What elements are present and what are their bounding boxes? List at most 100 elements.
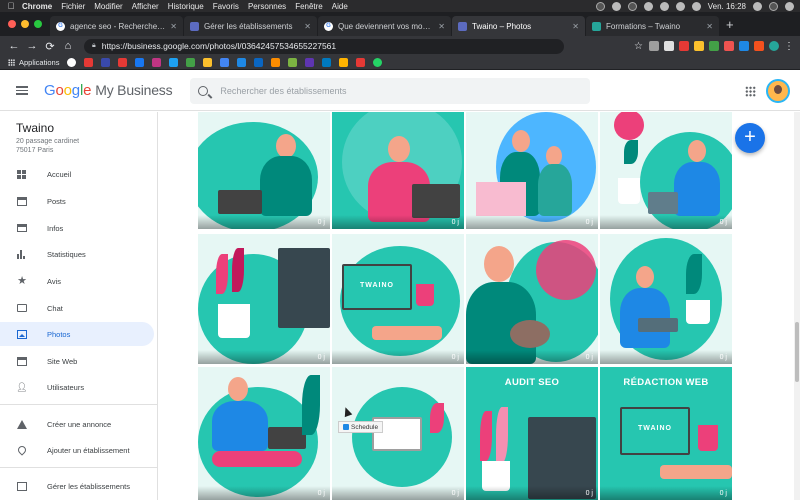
photo-tile[interactable]: 0 j (198, 234, 330, 364)
extension-icon[interactable] (754, 41, 764, 51)
minimize-window-icon[interactable] (21, 20, 29, 28)
bookmark-icon[interactable] (288, 58, 298, 67)
siri-icon[interactable] (769, 1, 778, 11)
photo-tile[interactable]: 0 j (198, 367, 330, 500)
wifi-icon[interactable] (643, 1, 653, 11)
clock[interactable]: Ven. 16:28 (708, 2, 746, 11)
youtube-icon[interactable] (118, 58, 128, 67)
reload-icon[interactable]: ⟳ (42, 40, 58, 53)
back-arrow-icon[interactable]: ← (6, 40, 22, 52)
sidebar-item-avis[interactable]: ★ Avis (0, 269, 154, 293)
photo-tile[interactable]: 0 j (198, 112, 330, 229)
extension-icon[interactable] (694, 41, 704, 51)
bookmark-icon[interactable] (237, 58, 247, 67)
photo-tile[interactable]: 0 j (466, 112, 598, 229)
photo-tile[interactable]: 0 j (332, 367, 464, 500)
bookmark-icon[interactable] (356, 58, 366, 67)
extension-icon[interactable] (664, 41, 674, 51)
sidebar-item-gerer-etablissements[interactable]: Gérer les établissements (0, 474, 154, 498)
avatar[interactable] (766, 79, 790, 103)
menu-favoris[interactable]: Favoris (213, 2, 239, 11)
photo-tile[interactable]: 0 j (600, 112, 732, 229)
sidebar-item-accueil[interactable]: Accueil (0, 162, 154, 186)
apple-icon[interactable]:  (6, 1, 16, 11)
close-icon[interactable]: ✕ (304, 22, 311, 31)
hamburger-menu-icon[interactable] (0, 86, 44, 95)
sidebar-item-photos[interactable]: Photos (0, 322, 154, 346)
sidebar-item-statistiques[interactable]: Statistiques (0, 242, 154, 266)
extension-icon[interactable] (739, 41, 749, 51)
sidebar-item-chat[interactable]: Chat (0, 296, 154, 320)
gmail-icon[interactable] (84, 58, 94, 67)
pinterest-icon[interactable] (679, 41, 689, 51)
photo-tile[interactable]: 0 j (600, 234, 732, 364)
menu-modifier[interactable]: Modifier (94, 2, 122, 11)
facebook-icon[interactable] (135, 58, 145, 67)
close-window-icon[interactable] (8, 20, 16, 28)
spotlight-icon[interactable] (753, 1, 762, 11)
tray-app-icon[interactable] (627, 1, 637, 11)
photo-tile[interactable]: 0 j (332, 112, 464, 229)
menu-aide[interactable]: Aide (332, 2, 348, 11)
extension-icon[interactable] (709, 41, 719, 51)
instagram-icon[interactable] (152, 58, 162, 67)
sidebar-item-ajouter-etablissement[interactable]: Ajouter un établissement (0, 438, 154, 462)
bookmark-icon[interactable] (220, 58, 230, 67)
google-my-business-logo[interactable]: Google My Business (44, 82, 173, 99)
extension-icon[interactable] (724, 41, 734, 51)
notification-center-icon[interactable] (785, 1, 794, 11)
home-icon[interactable]: ⌂ (60, 40, 76, 52)
menu-personnes[interactable]: Personnes (248, 2, 286, 11)
tab-google-search[interactable]: G agence seo - Recherche Google ✕ (50, 16, 183, 36)
close-icon[interactable]: ✕ (170, 22, 177, 31)
bookmark-apps[interactable]: Applications (8, 58, 59, 67)
scrollbar[interactable] (794, 112, 800, 500)
bookmark-icon[interactable] (305, 58, 315, 67)
lock-icon[interactable]: 🔒︎ (92, 42, 96, 50)
sidebar-item-infos[interactable]: Infos (0, 216, 154, 240)
sidebar-item-creer-annonce[interactable]: Créer une annonce (0, 412, 154, 436)
close-icon[interactable]: ✕ (706, 22, 713, 31)
linkedin-icon[interactable] (254, 58, 264, 67)
forward-arrow-icon[interactable]: → (24, 40, 40, 52)
photo-tile[interactable]: RÉDACTION WEB TWAINO 0 j (600, 367, 732, 500)
close-icon[interactable]: ✕ (572, 22, 579, 31)
tab-gerer-etablissements[interactable]: Gérer les établissements ✕ (184, 16, 317, 36)
tab-que-deviennent[interactable]: G Que deviennent vos modificatio ✕ (318, 16, 451, 36)
maximize-window-icon[interactable] (34, 20, 42, 28)
search-input[interactable]: Rechercher des établissements (190, 77, 591, 104)
menu-fenetre[interactable]: Fenêtre (295, 2, 323, 11)
sidebar-item-utilisateurs[interactable]: 👤︎ Utilisateurs (0, 375, 154, 399)
analytics-icon[interactable] (339, 58, 349, 67)
trello-icon[interactable] (322, 58, 332, 67)
bookmark-icon[interactable] (186, 58, 196, 67)
bookmark-star-icon[interactable]: ☆ (634, 41, 643, 52)
extension-icon[interactable] (649, 41, 659, 51)
menu-app[interactable]: Chrome (22, 2, 52, 11)
bookmark-icon[interactable] (203, 58, 213, 67)
tab-formations-twaino[interactable]: Formations – Twaino ✕ (586, 16, 719, 36)
google-apps-icon[interactable] (745, 86, 756, 97)
scrollbar-thumb[interactable] (795, 322, 799, 382)
cloud-icon[interactable] (659, 1, 669, 11)
tray-app-icon[interactable] (611, 1, 621, 11)
flag-icon[interactable] (691, 1, 701, 11)
battery-icon[interactable] (675, 1, 685, 11)
address-bar[interactable]: 🔒︎ https://business.google.com/photos/l/… (84, 38, 564, 54)
sidebar-item-site-web[interactable]: Site Web (0, 349, 154, 373)
whatsapp-icon[interactable] (373, 58, 383, 67)
new-tab-button[interactable]: + (720, 17, 742, 36)
tray-app-icon[interactable] (595, 1, 605, 11)
photo-tile[interactable]: TWAINO 0 j (332, 234, 464, 364)
bookmark-icon[interactable] (271, 58, 281, 67)
tab-twaino-photos[interactable]: Twaino – Photos ✕ (452, 16, 585, 36)
add-photo-button[interactable]: + (735, 123, 765, 153)
google-icon[interactable] (67, 58, 77, 67)
sidebar-item-posts[interactable]: Posts (0, 189, 154, 213)
bookmark-icon[interactable] (101, 58, 111, 67)
menu-afficher[interactable]: Afficher (132, 2, 159, 11)
photo-tile[interactable]: 0 j (466, 234, 598, 364)
twitter-icon[interactable] (169, 58, 179, 67)
more-vertical-icon[interactable]: ⋮ (784, 41, 794, 52)
photo-tile[interactable]: AUDIT SEO 0 j (466, 367, 598, 500)
